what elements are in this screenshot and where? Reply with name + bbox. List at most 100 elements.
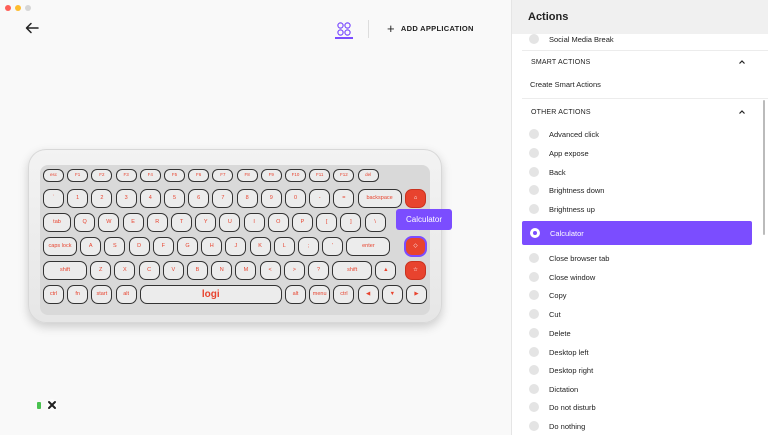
function-key: esc (43, 169, 64, 182)
radio-icon (529, 402, 539, 412)
action-item-do-not-disturb[interactable]: Do not disturb (529, 402, 596, 412)
section-title: SMART ACTIONS (531, 58, 591, 66)
modifier-key: alt (115, 285, 137, 304)
keyboard-deck: esc F1 F2 F3 F4 F5 F6 F7 F8 F9 F10 F11 F12 del ` 1 2 3 4 5 6… (40, 165, 430, 315)
letter-key: ' (322, 237, 344, 256)
action-label: Back (549, 167, 566, 177)
connection-icon (46, 399, 58, 411)
chevron-up-icon (739, 110, 745, 114)
add-application-button[interactable]: + ADD APPLICATION (387, 22, 474, 35)
number-key: 3 (115, 189, 137, 208)
favorite-key: ☆ (405, 261, 426, 280)
letter-key: S (104, 237, 126, 256)
app-window: + ADD APPLICATION esc F1 F2 F3 F4 F5 F6 F7 F8 F9 F… (0, 0, 768, 435)
function-key: F2 (91, 169, 113, 182)
letter-key: I (243, 213, 265, 232)
action-item-dictation[interactable]: Dictation (529, 384, 578, 394)
back-arrow-icon[interactable] (24, 20, 40, 36)
action-item-advanced-click[interactable]: Advanced click (529, 129, 599, 139)
function-key: F5 (164, 169, 185, 182)
action-label: App expose (549, 148, 589, 158)
letter-key: caps lock (43, 237, 77, 256)
radio-icon (529, 167, 539, 177)
other-actions-header[interactable]: OTHER ACTIONS (531, 108, 746, 116)
number-key: 7 (212, 189, 234, 208)
action-item-cut[interactable]: Cut (529, 309, 561, 319)
action-item-app-expose[interactable]: App expose (529, 148, 589, 158)
action-item-copy[interactable]: Copy (529, 290, 567, 300)
modifier-key: ◀ (357, 285, 379, 304)
letter-key: K (249, 237, 271, 256)
radio-icon (529, 421, 539, 431)
close-window-button[interactable] (5, 5, 11, 11)
action-item-back[interactable]: Back (529, 167, 566, 177)
letter-key: [ (316, 213, 338, 232)
letter-key: Z (90, 261, 112, 280)
letter-key: H (201, 237, 223, 256)
letter-key: Y (195, 213, 217, 232)
radio-icon (529, 309, 539, 319)
zoom-window-button[interactable] (25, 5, 31, 11)
modifier-key: alt (285, 285, 306, 304)
function-key: F8 (236, 169, 258, 182)
all-applications-icon[interactable] (335, 20, 353, 38)
action-label: Brightness up (549, 204, 595, 214)
number-key: 5 (164, 189, 185, 208)
action-label: Copy (549, 290, 567, 300)
action-item-close-window[interactable]: Close window (529, 272, 595, 282)
number-key: 6 (188, 189, 210, 208)
chevron-up-icon (739, 60, 745, 64)
letter-key: > (283, 261, 305, 280)
action-label: Close browser tab (549, 253, 610, 263)
modifier-key: start (91, 285, 113, 304)
actions-panel: Actions Social Media Break SMART ACTIONS… (512, 0, 768, 435)
action-label: Do nothing (549, 421, 586, 431)
action-label: Desktop right (549, 365, 594, 375)
action-label: Cut (549, 309, 561, 319)
action-item-desktop-left[interactable]: Desktop left (529, 347, 589, 357)
spacebar: logi (139, 285, 282, 304)
smart-actions-header[interactable]: SMART ACTIONS (531, 58, 746, 66)
action-item-do-nothing[interactable]: Do nothing (529, 421, 585, 431)
letter-key: M (235, 261, 257, 280)
logi-logo: logi (201, 289, 220, 300)
letter-key: ▲ (375, 261, 397, 280)
minimize-window-button[interactable] (15, 5, 21, 11)
number-key: 8 (236, 189, 258, 208)
function-key: F10 (285, 169, 306, 182)
radio-icon (529, 384, 539, 394)
radio-icon (529, 253, 539, 263)
letter-key: ] (340, 213, 362, 232)
letter-key: shift (332, 261, 373, 280)
action-label: Close window (549, 272, 596, 282)
letter-key: tab (43, 213, 71, 232)
action-item-delete[interactable]: Delete (529, 328, 571, 338)
action-label: Advanced click (549, 129, 600, 139)
action-item-brightness-up[interactable]: Brightness up (529, 204, 595, 214)
action-label: Do not disturb (549, 402, 596, 412)
toolbar-divider (368, 20, 369, 38)
letter-key: D (128, 237, 150, 256)
calculator-callout[interactable]: Calculator (396, 209, 452, 230)
letter-key: U (219, 213, 241, 232)
home-key: ⌂ (405, 189, 426, 208)
action-item-social-media-break[interactable]: Social Media Break (529, 34, 614, 44)
divider (522, 98, 768, 99)
action-item-calculator[interactable]: Calculator (522, 221, 752, 245)
letter-key: C (138, 261, 160, 280)
panel-scrollbar[interactable] (763, 100, 765, 235)
number-key: 0 (285, 189, 306, 208)
function-key: F11 (309, 169, 331, 182)
action-item-close-browser-tab[interactable]: Close browser tab (529, 253, 609, 263)
letter-key: O (267, 213, 289, 232)
create-smart-actions-link[interactable]: Create Smart Actions (530, 80, 601, 89)
action-label: Social Media Break (549, 34, 614, 44)
keyboard-image: esc F1 F2 F3 F4 F5 F6 F7 F8 F9 F10 F11 F12 del ` 1 2 3 4 5 6… (28, 149, 442, 323)
function-key: F6 (188, 169, 210, 182)
action-item-brightness-down[interactable]: Brightness down (529, 185, 604, 195)
letter-key: L (273, 237, 295, 256)
function-key: F3 (115, 169, 137, 182)
letter-key: W (98, 213, 120, 232)
action-item-desktop-right[interactable]: Desktop right (529, 365, 593, 375)
letter-key: J (225, 237, 247, 256)
